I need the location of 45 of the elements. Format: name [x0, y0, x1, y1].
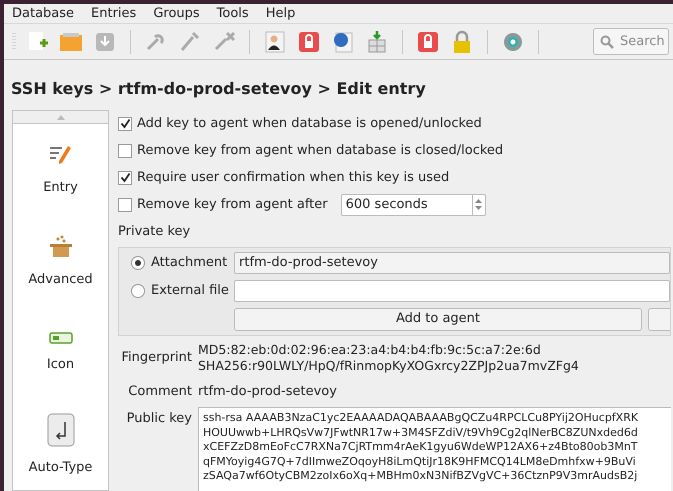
- search-icon: [600, 35, 614, 49]
- file-path-field[interactable]: [234, 280, 670, 302]
- radio-label: Attachment: [151, 254, 228, 272]
- checkbox-label: Remove key from agent after: [137, 196, 328, 214]
- sidebar-item[interactable]: Advanced: [13, 216, 108, 308]
- checkbox-label: Require user confirmation when this key is used: [137, 168, 450, 187]
- checkbox[interactable]: [118, 170, 132, 184]
- sidebar-item[interactable]: Icon: [13, 307, 108, 399]
- checkbox-label: Remove key from agent when database is closed/locked: [137, 142, 504, 160]
- menu-item[interactable]: Entries: [91, 4, 136, 24]
- search-field[interactable]: Search: [593, 28, 669, 55]
- checkmark-icon: [120, 172, 130, 183]
- checkbox-label: Add key to agent when database is opened/unlocked: [137, 114, 482, 133]
- add-to-agent-button[interactable]: Add to agent: [234, 308, 642, 330]
- sidebar-item[interactable]: Auto-Type: [13, 398, 108, 490]
- breadcrumb-title: SSH keys > rtfm-do-prod-setevoy > Edit entry: [11, 79, 426, 98]
- scroll-up-button[interactable]: [13, 111, 108, 124]
- public-key-label: Public key: [126, 410, 192, 428]
- menu-item[interactable]: Help: [266, 4, 296, 24]
- comment-label: Comment: [127, 382, 192, 400]
- battery-icon: [48, 331, 72, 346]
- fingerprint-value: MD5:82:eb:0d:02:96:ea:23:a4:b4:b4:fb:9c:5c:a7:2e:6d: [198, 342, 542, 358]
- menu-item[interactable]: Tools: [216, 4, 249, 24]
- public-key-textarea[interactable]: ssh-rsa AAAAB3NzaC1yc2EAAAADAQABAAABgQCZu4RPCLCu8PYij2OHucpfXRK HOUUwwb+LHRQsVw7JFwtNR17w+3M4SFZdiV/t9Vh9Cg2qlNerBC8ZUNxded6d xCEFZzD8mEoFcC7RXNa7CjRTmm4rAeK1gyu6WdeWP12AX6+z4Bto80ob3MnT qFMYoyig4G7Q+7dIImweZOqoyH8iLmQtiJr18K9HFMCQ14LM8eDmhfxw+9BuVi zSAQa7wf6OtyCBM2zoIx6oXq+MBHm0xN3NifBZVgVC+36CtznP9V3mrAudsB2j: [198, 407, 671, 491]
- checkbox[interactable]: [118, 116, 132, 130]
- menu-item[interactable]: Database: [12, 4, 74, 24]
- radio-button[interactable]: [131, 256, 145, 270]
- attachment-dropdown[interactable]: rtfm-do-prod-setevoy: [234, 252, 670, 274]
- fingerprint-label: Fingerprint: [120, 348, 192, 367]
- comment-value: rtfm-do-prod-setevoy: [198, 382, 337, 400]
- radio-button[interactable]: [131, 284, 145, 298]
- sidebar-item[interactable]: Entry: [13, 124, 108, 216]
- remove-button[interactable]: [648, 308, 670, 330]
- checkbox[interactable]: [118, 198, 132, 212]
- radio-label: External file: [151, 282, 229, 300]
- fingerprint-value: SHA256:r90LWLY/HpQ/fRinmopKyXOGxrcy2ZPJp2ua7mvZFg4: [198, 358, 579, 374]
- spin-arrows-icon: [475, 199, 482, 210]
- checkbox[interactable]: [118, 144, 132, 158]
- toolbar-grip-icon: [12, 32, 16, 52]
- checkmark-icon: [120, 118, 130, 129]
- spin-box[interactable]: 600 seconds: [340, 194, 486, 216]
- section-title: Private key: [118, 223, 192, 241]
- keyboard-key-icon: [46, 412, 76, 448]
- menu-item[interactable]: Groups: [153, 4, 200, 24]
- caret-icon: [56, 114, 64, 120]
